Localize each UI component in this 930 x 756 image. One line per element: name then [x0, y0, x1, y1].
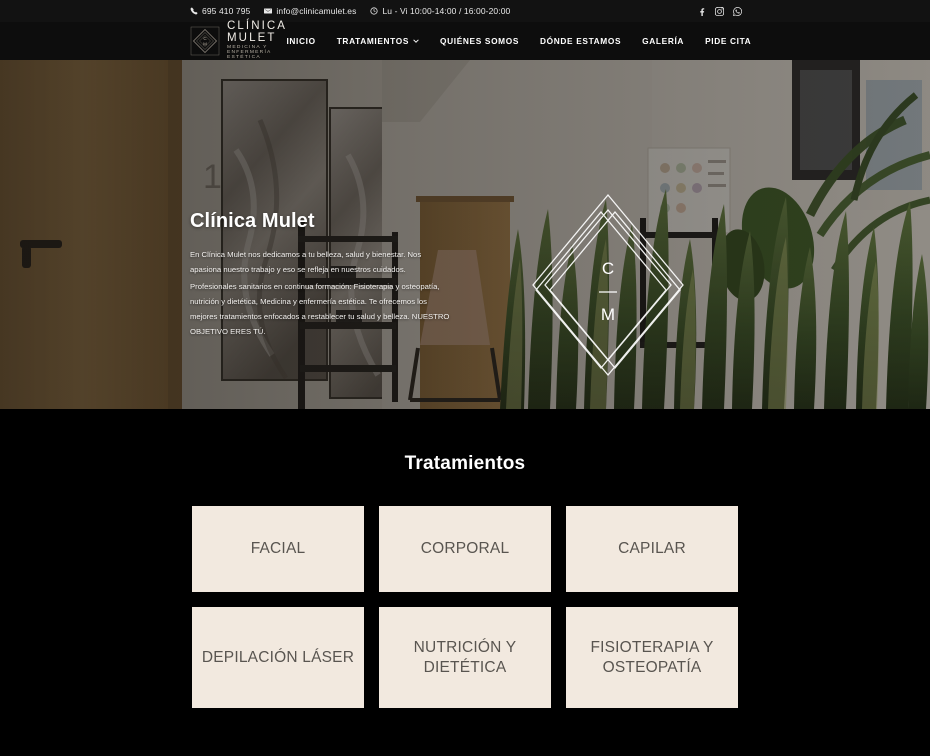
treatments-grid: FACIAL CORPORAL CAPILAR DEPILACIÓN LÁSER…	[192, 506, 738, 708]
phone-icon	[190, 7, 198, 15]
hero-paragraph-2: Profesionales sanitarios en continua for…	[190, 282, 450, 337]
site-header: C M CLÍNICA MULET MEDICINA Y ENFERMERÍA …	[0, 20, 930, 61]
brand-subtitle: MEDICINA Y ENFERMERÍA ESTÉTICA	[227, 45, 272, 60]
main-navigation: INICIO TRATAMIENTOS QUIÉNES SOMOS DÓNDE …	[286, 36, 751, 46]
nav-item-pide-cita[interactable]: PIDE CITA	[705, 36, 751, 46]
treatment-card-capilar[interactable]: CAPILAR	[566, 506, 738, 592]
chevron-down-icon	[413, 39, 419, 43]
nav-label-tratamientos: TRATAMIENTOS	[336, 36, 410, 46]
treatment-label-corporal: CORPORAL	[420, 540, 510, 558]
brand-title: CLÍNICA MULET	[227, 20, 287, 44]
treatment-card-nutricion-dietetica[interactable]: NUTRICIÓN Y DIETÉTICA	[379, 607, 551, 708]
clock-icon	[370, 7, 379, 15]
topbar-phone-text: 695 410 795	[202, 6, 251, 16]
treatment-label-depilacion-laser: DEPILACIÓN LÁSER	[201, 648, 355, 666]
nav-label-quienes-somos: QUIÉNES SOMOS	[440, 36, 520, 46]
nav-label-donde-estamos: DÓNDE ESTAMOS	[540, 36, 622, 46]
topbar-email[interactable]: info@clinicamulet.es	[264, 6, 356, 16]
whatsapp-icon[interactable]	[733, 6, 742, 16]
treatment-card-facial[interactable]: FACIAL	[192, 506, 364, 592]
treatment-card-fisioterapia-osteopatia[interactable]: FISIOTERAPIA Y OSTEOPATÍA	[566, 607, 738, 708]
topbar-contact-group: 695 410 795 info@clinicamulet.es Lu - Vi…	[190, 6, 510, 16]
treatments-section: Tratamientos FACIAL CORPORAL CAPILAR DEP…	[0, 409, 930, 708]
treatment-card-depilacion-laser[interactable]: DEPILACIÓN LÁSER	[192, 607, 364, 708]
hero-title: Clínica Mulet	[190, 210, 315, 232]
nav-label-galeria: GALERÍA	[642, 36, 685, 46]
topbar-email-text: info@clinicamulet.es	[276, 6, 357, 16]
topbar-phone[interactable]: 695 410 795	[190, 6, 250, 16]
page-root: 695 410 795 info@clinicamulet.es Lu - Vi…	[0, 0, 930, 756]
topbar-hours: Lu - Vi 10:00-14:00 / 16:00-20:00	[370, 6, 510, 16]
nav-item-quienes-somos[interactable]: QUIÉNES SOMOS	[440, 36, 519, 46]
hero-content: Clínica Mulet En Clínica Mulet nos dedic…	[0, 60, 930, 409]
topbar-hours-text: Lu - Vi 10:00-14:00 / 16:00-20:00	[382, 6, 511, 16]
envelope-icon	[264, 7, 273, 15]
brand-logo[interactable]: C M CLÍNICA MULET MEDICINA Y ENFERMERÍA …	[190, 20, 287, 61]
treatment-card-corporal[interactable]: CORPORAL	[379, 506, 551, 592]
treatment-label-capilar: CAPILAR	[618, 540, 686, 558]
treatments-title: Tratamientos	[404, 453, 526, 474]
topbar-social-group	[697, 6, 742, 16]
brand-text-block: CLÍNICA MULET MEDICINA Y ENFERMERÍA ESTÉ…	[227, 20, 287, 61]
treatment-label-facial: FACIAL	[250, 540, 306, 558]
nav-item-galeria[interactable]: GALERÍA	[642, 36, 684, 46]
treatment-label-nutricion-dietetica: NUTRICIÓN Y DIETÉTICA	[413, 639, 517, 676]
nav-label-inicio: INICIO	[286, 36, 316, 46]
diamond-logo-icon: C M	[190, 26, 220, 56]
facebook-icon[interactable]	[697, 7, 706, 16]
nav-item-donde-estamos[interactable]: DÓNDE ESTAMOS	[540, 36, 621, 46]
nav-item-inicio[interactable]: INICIO	[286, 36, 315, 46]
nav-label-pide-cita: PIDE CITA	[705, 36, 752, 46]
svg-text:M: M	[203, 42, 207, 47]
hero-section: 1 2	[0, 60, 930, 409]
nav-item-tratamientos[interactable]: TRATAMIENTOS	[337, 36, 419, 46]
top-info-bar: 695 410 795 info@clinicamulet.es Lu - Vi…	[0, 0, 930, 22]
svg-text:C: C	[203, 36, 207, 41]
treatment-label-fisioterapia-osteopatia: FISIOTERAPIA Y OSTEOPATÍA	[590, 639, 714, 676]
instagram-icon[interactable]	[715, 6, 724, 16]
hero-paragraph-1: En Clínica Mulet nos dedicamos a tu bell…	[190, 250, 422, 275]
